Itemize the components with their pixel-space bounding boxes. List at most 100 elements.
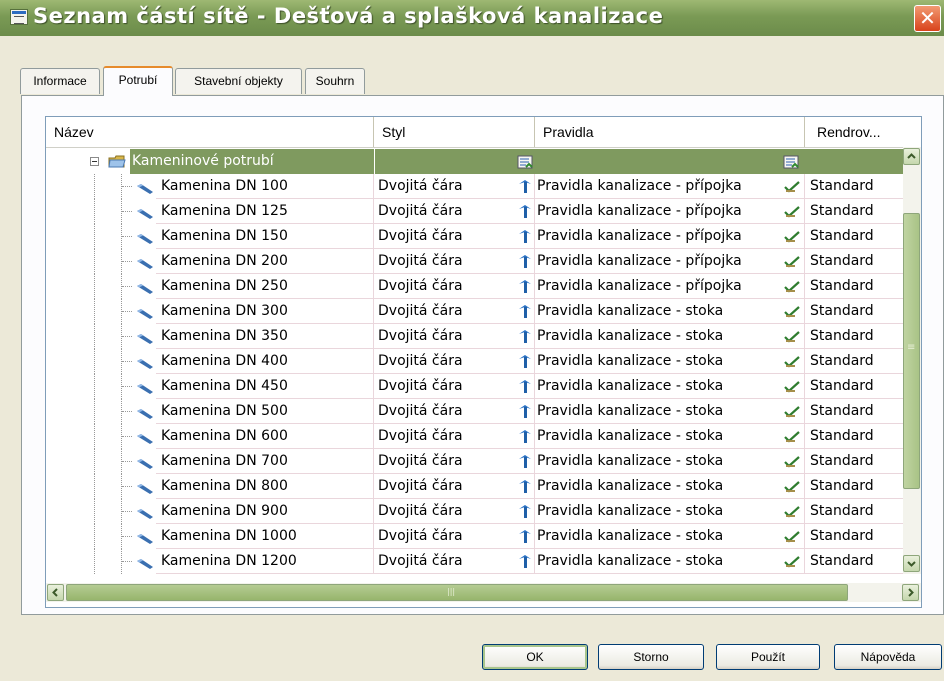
row-rules-cell[interactable]: Pravidla kanalizace - přípojka bbox=[535, 249, 805, 274]
style-edit-icon[interactable] bbox=[517, 553, 533, 569]
row-render[interactable]: Standard bbox=[805, 224, 903, 249]
vertical-scrollbar[interactable]: ≡ bbox=[903, 147, 921, 574]
row-style-cell[interactable]: Dvojitá čára bbox=[374, 424, 535, 449]
style-edit-icon[interactable] bbox=[517, 303, 533, 319]
scroll-left-button[interactable] bbox=[47, 584, 64, 601]
scroll-up-button[interactable] bbox=[903, 148, 920, 165]
check-edit-icon[interactable] bbox=[783, 554, 801, 569]
check-edit-icon[interactable] bbox=[783, 179, 801, 194]
style-edit-icon[interactable] bbox=[517, 278, 533, 294]
row-render[interactable]: Standard bbox=[805, 424, 903, 449]
row-rules-cell[interactable]: Pravidla kanalizace - stoka bbox=[535, 299, 805, 324]
style-edit-icon[interactable] bbox=[517, 353, 533, 369]
row-rules-cell[interactable]: Pravidla kanalizace - stoka bbox=[535, 424, 805, 449]
row-style-cell[interactable]: Dvojitá čára bbox=[374, 449, 535, 474]
style-edit-icon[interactable] bbox=[517, 428, 533, 444]
row-rules-cell[interactable]: Pravidla kanalizace - stoka bbox=[535, 374, 805, 399]
row-rules-cell[interactable]: Pravidla kanalizace - stoka bbox=[535, 474, 805, 499]
column-header-name[interactable]: Název bbox=[46, 117, 374, 147]
style-edit-icon[interactable] bbox=[517, 478, 533, 494]
check-edit-icon[interactable] bbox=[783, 304, 801, 319]
column-header-style[interactable]: Styl bbox=[374, 117, 535, 147]
row-render[interactable]: Standard bbox=[805, 524, 903, 549]
style-edit-icon[interactable] bbox=[517, 503, 533, 519]
style-edit-icon[interactable] bbox=[517, 453, 533, 469]
table-row[interactable]: Kamenina DN 125 Dvojitá čára Pravidla kana… bbox=[46, 199, 903, 224]
style-edit-icon[interactable] bbox=[517, 403, 533, 419]
row-render[interactable]: Standard bbox=[805, 399, 903, 424]
table-row[interactable]: Kamenina DN 250 Dvojitá čára Pravidla kana… bbox=[46, 274, 903, 299]
row-rules-cell[interactable]: Pravidla kanalizace - stoka bbox=[535, 524, 805, 549]
row-render[interactable]: Standard bbox=[805, 199, 903, 224]
style-edit-icon[interactable] bbox=[517, 253, 533, 269]
tab-stavebni-objekty[interactable]: Stavební objekty bbox=[175, 68, 302, 94]
style-edit-icon[interactable] bbox=[517, 178, 533, 194]
row-style-cell[interactable]: Dvojitá čára bbox=[374, 299, 535, 324]
table-row[interactable]: Kamenina DN 1000 Dvojitá čára Pravidla kan… bbox=[46, 524, 903, 549]
parts-list[interactable]: Název Styl Pravidla Rendrov... Kameninov… bbox=[45, 116, 922, 608]
horizontal-scroll-thumb[interactable]: ||| bbox=[66, 584, 848, 601]
row-render[interactable]: Standard bbox=[805, 274, 903, 299]
row-style-cell[interactable]: Dvojitá čára bbox=[374, 549, 535, 574]
row-style-cell[interactable]: Dvojitá čára bbox=[374, 274, 535, 299]
row-style-cell[interactable]: Dvojitá čára bbox=[374, 174, 535, 199]
row-rules-cell[interactable]: Pravidla kanalizace - stoka bbox=[535, 324, 805, 349]
row-render[interactable]: Standard bbox=[805, 374, 903, 399]
style-edit-icon[interactable] bbox=[517, 228, 533, 244]
check-edit-icon[interactable] bbox=[783, 429, 801, 444]
apply-button[interactable]: Použít bbox=[716, 644, 820, 670]
cancel-button[interactable]: Storno bbox=[598, 644, 704, 670]
check-edit-icon[interactable] bbox=[783, 379, 801, 394]
row-render[interactable]: Standard bbox=[805, 549, 903, 574]
group-render-cell[interactable] bbox=[805, 149, 903, 174]
table-row[interactable]: Kamenina DN 900 Dvojitá čára Pravidla kana… bbox=[46, 499, 903, 524]
table-row[interactable]: Kamenina DN 350 Dvojitá čára Pravidla kana… bbox=[46, 324, 903, 349]
check-edit-icon[interactable] bbox=[783, 329, 801, 344]
row-render[interactable]: Standard bbox=[805, 324, 903, 349]
group-style-cell[interactable] bbox=[374, 149, 535, 174]
row-style-cell[interactable]: Dvojitá čára bbox=[374, 249, 535, 274]
group-row[interactable]: Kameninové potrubí bbox=[46, 149, 903, 174]
row-render[interactable]: Standard bbox=[805, 499, 903, 524]
row-style-cell[interactable]: Dvojitá čára bbox=[374, 324, 535, 349]
close-button[interactable]: ✕ bbox=[914, 5, 941, 32]
table-row[interactable]: Kamenina DN 400 Dvojitá čára Pravidla kana… bbox=[46, 349, 903, 374]
row-rules-cell[interactable]: Pravidla kanalizace - přípojka bbox=[535, 224, 805, 249]
table-row[interactable]: Kamenina DN 100 Dvojitá čára Pravidla kana… bbox=[46, 174, 903, 199]
row-rules-cell[interactable]: Pravidla kanalizace - stoka bbox=[535, 349, 805, 374]
table-row[interactable]: Kamenina DN 300 Dvojitá čára Pravidla kana… bbox=[46, 299, 903, 324]
row-style-cell[interactable]: Dvojitá čára bbox=[374, 524, 535, 549]
check-edit-icon[interactable] bbox=[783, 529, 801, 544]
check-edit-icon[interactable] bbox=[783, 229, 801, 244]
check-edit-icon[interactable] bbox=[783, 404, 801, 419]
table-row[interactable]: Kamenina DN 700 Dvojitá čára Pravidla kana… bbox=[46, 449, 903, 474]
row-rules-cell[interactable]: Pravidla kanalizace - přípojka bbox=[535, 174, 805, 199]
row-rules-cell[interactable]: Pravidla kanalizace - stoka bbox=[535, 449, 805, 474]
row-style-cell[interactable]: Dvojitá čára bbox=[374, 374, 535, 399]
group-rules-cell[interactable] bbox=[535, 149, 805, 174]
table-row[interactable]: Kamenina DN 200 Dvojitá čára Pravidla kana… bbox=[46, 249, 903, 274]
row-render[interactable]: Standard bbox=[805, 474, 903, 499]
help-button[interactable]: Nápověda bbox=[834, 644, 942, 670]
check-edit-icon[interactable] bbox=[783, 354, 801, 369]
row-style-cell[interactable]: Dvojitá čára bbox=[374, 199, 535, 224]
ok-button[interactable]: OK bbox=[482, 644, 588, 670]
tab-potrubi[interactable]: Potrubí bbox=[103, 66, 173, 96]
row-rules-cell[interactable]: Pravidla kanalizace - přípojka bbox=[535, 274, 805, 299]
check-edit-icon[interactable] bbox=[783, 454, 801, 469]
row-render[interactable]: Standard bbox=[805, 299, 903, 324]
style-edit-icon[interactable] bbox=[517, 378, 533, 394]
table-row[interactable]: Kamenina DN 500 Dvojitá čára Pravidla kana… bbox=[46, 399, 903, 424]
check-edit-icon[interactable] bbox=[783, 279, 801, 294]
collapse-icon[interactable] bbox=[90, 157, 99, 166]
row-style-cell[interactable]: Dvojitá čára bbox=[374, 474, 535, 499]
table-row[interactable]: Kamenina DN 150 Dvojitá čára Pravidla kana… bbox=[46, 224, 903, 249]
column-header-render[interactable]: Rendrov... bbox=[805, 117, 903, 147]
check-edit-icon[interactable] bbox=[783, 204, 801, 219]
row-render[interactable]: Standard bbox=[805, 349, 903, 374]
row-rules-cell[interactable]: Pravidla kanalizace - stoka bbox=[535, 499, 805, 524]
row-render[interactable]: Standard bbox=[805, 249, 903, 274]
row-rules-cell[interactable]: Pravidla kanalizace - přípojka bbox=[535, 199, 805, 224]
tab-informace[interactable]: Informace bbox=[20, 68, 100, 94]
style-edit-icon[interactable] bbox=[517, 328, 533, 344]
